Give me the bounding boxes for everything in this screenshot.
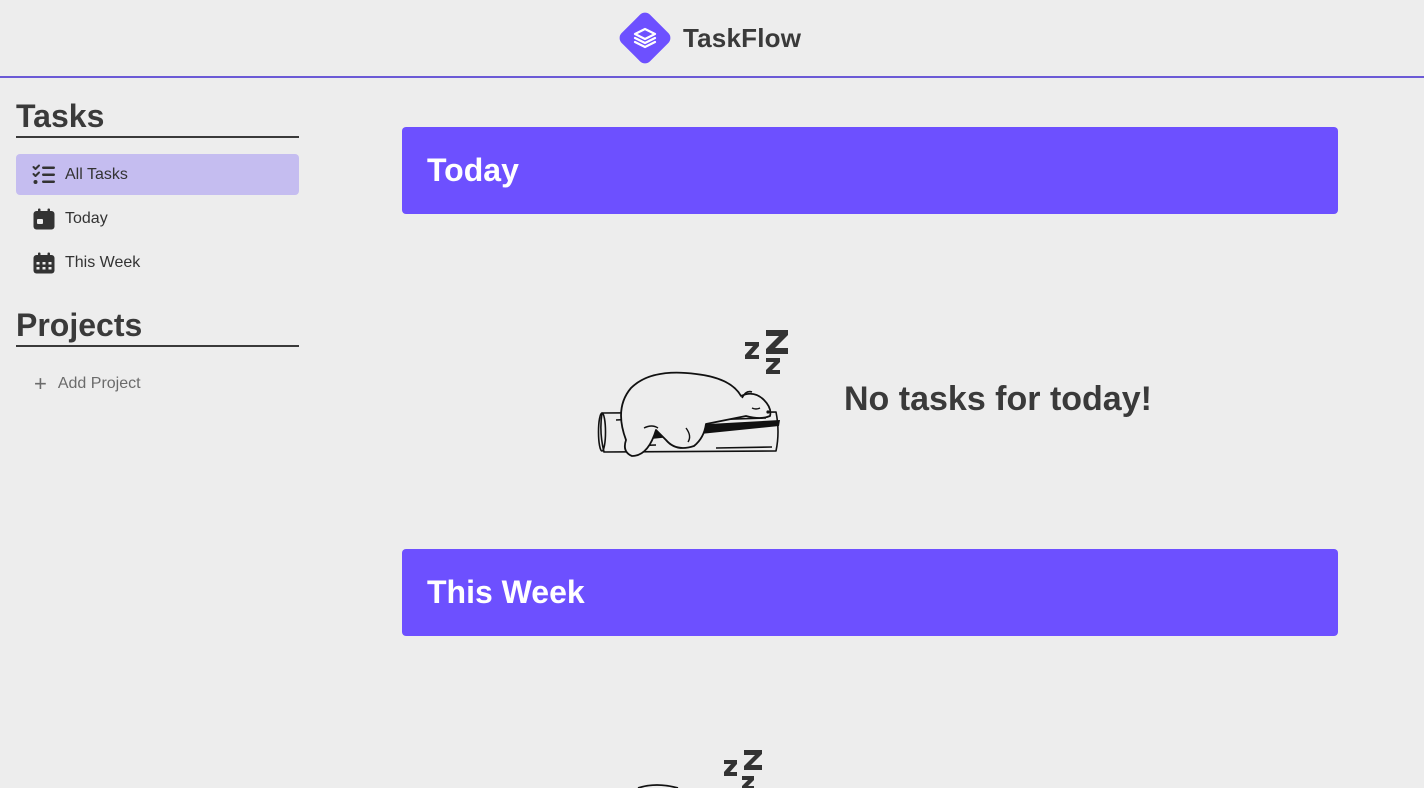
- sidebar: Tasks All Tasks Today This Week Projects…: [16, 96, 299, 396]
- sidebar-item-label: This Week: [65, 253, 141, 271]
- add-project-label: Add Project: [57, 375, 141, 392]
- tasks-nav: All Tasks Today This Week: [16, 154, 299, 283]
- sidebar-item-today[interactable]: Today: [16, 198, 299, 239]
- sidebar-item-label: Today: [65, 209, 108, 227]
- calendar-week-icon: [32, 251, 56, 275]
- stack-layers-icon: [616, 9, 674, 67]
- tasks-section-title: Tasks: [16, 96, 299, 138]
- brand: TaskFlow: [616, 9, 802, 67]
- sleeping-bear-illustration: [597, 330, 788, 457]
- today-section-title: Today: [427, 152, 519, 188]
- this-week-section-title: This Week: [427, 574, 585, 610]
- checklist-icon: [32, 163, 56, 187]
- add-project-button[interactable]: + Add Project: [16, 371, 299, 396]
- empty-state-message: No tasks for today!: [844, 379, 1152, 418]
- today-section-header: Today: [402, 127, 1338, 214]
- projects-section-title: Projects: [16, 305, 299, 347]
- sleeping-bear-illustration: [637, 750, 762, 788]
- app-name: TaskFlow: [683, 22, 802, 53]
- sidebar-item-label: All Tasks: [65, 165, 128, 183]
- sidebar-item-this-week[interactable]: This Week: [16, 242, 299, 283]
- today-empty-state: No tasks for today!: [596, 328, 1152, 460]
- plus-icon: +: [34, 371, 47, 396]
- this-week-section-header: This Week: [402, 549, 1338, 636]
- app-header: TaskFlow: [0, 0, 1424, 78]
- sidebar-item-all-tasks[interactable]: All Tasks: [16, 154, 299, 195]
- this-week-empty-state: [616, 748, 776, 788]
- calendar-day-icon: [32, 207, 56, 231]
